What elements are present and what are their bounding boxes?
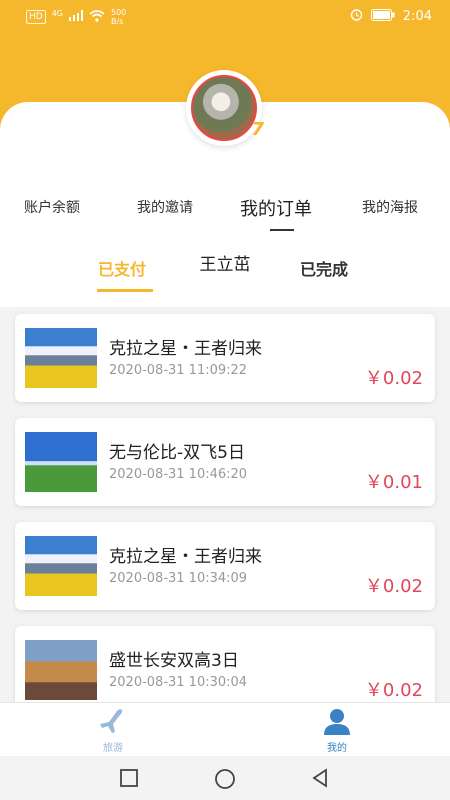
order-card[interactable]: 克拉之星・王者归来 2020-08-31 10:34:09 ￥0.02 xyxy=(15,522,435,610)
order-time: 2020-08-31 11:09:22 xyxy=(109,363,248,378)
nav-travel-label: 旅游 xyxy=(103,743,123,754)
menu-active-indicator xyxy=(270,229,294,231)
order-thumbnail xyxy=(25,640,97,700)
profile-menu: 账户余额 我的邀请 我的订单 我的海报 xyxy=(0,197,450,223)
airplane-icon xyxy=(97,709,129,739)
status-bar: HD 4G 500 B/s 2:04 xyxy=(0,0,450,32)
nav-mine[interactable]: 我的 xyxy=(307,707,367,754)
recents-button[interactable] xyxy=(119,768,139,792)
signal-icon xyxy=(69,10,83,24)
alarm-icon xyxy=(350,8,363,24)
menu-my-invites[interactable]: 我的邀请 xyxy=(137,197,193,217)
avatar[interactable]: 7 xyxy=(186,70,264,146)
system-nav-bar xyxy=(0,756,450,800)
order-title: 盛世长安双高3日 xyxy=(109,651,239,671)
network-label: 4G xyxy=(51,8,63,18)
order-price: ￥0.02 xyxy=(364,680,423,701)
order-title: 克拉之星・王者归来 xyxy=(109,547,262,567)
tab-paid[interactable]: 已支付 xyxy=(98,256,146,280)
order-card[interactable]: 无与伦比-双飞5日 2020-08-31 10:46:20 ￥0.01 xyxy=(15,418,435,506)
order-price: ￥0.02 xyxy=(364,368,423,389)
battery-icon xyxy=(370,8,395,24)
menu-my-posters[interactable]: 我的海报 xyxy=(362,197,418,217)
home-button[interactable] xyxy=(214,768,236,794)
person-icon xyxy=(321,709,353,739)
order-time: 2020-08-31 10:46:20 xyxy=(109,467,248,482)
order-thumbnail xyxy=(25,536,97,596)
order-title: 无与伦比-双飞5日 xyxy=(109,443,245,463)
net-speed: 500 B/s xyxy=(111,8,127,26)
avatar-badge: 7 xyxy=(251,119,264,140)
tab-completed[interactable]: 已完成 xyxy=(300,256,348,280)
nav-mine-label: 我的 xyxy=(327,743,347,754)
order-card[interactable]: 盛世长安双高3日 2020-08-31 10:30:04 ￥0.02 xyxy=(15,626,435,702)
order-list: 克拉之星・王者归来 2020-08-31 11:09:22 ￥0.02 无与伦比… xyxy=(0,307,450,702)
menu-my-orders[interactable]: 我的订单 xyxy=(240,195,312,221)
menu-account-balance[interactable]: 账户余额 xyxy=(24,197,80,217)
avatar-image xyxy=(191,75,257,141)
order-price: ￥0.01 xyxy=(364,472,423,493)
nav-travel[interactable]: 旅游 xyxy=(83,707,143,754)
order-time: 2020-08-31 10:30:04 xyxy=(109,675,248,690)
order-thumbnail xyxy=(25,328,97,388)
wifi-icon xyxy=(89,9,105,25)
order-thumbnail xyxy=(25,432,97,492)
order-card[interactable]: 克拉之星・王者归来 2020-08-31 11:09:22 ￥0.02 xyxy=(15,314,435,402)
tab-active-indicator xyxy=(97,289,153,292)
order-time: 2020-08-31 10:34:09 xyxy=(109,571,248,586)
bottom-nav: 旅游 我的 xyxy=(0,702,450,757)
sim-label: HD xyxy=(26,10,46,24)
order-title: 克拉之星・王者归来 xyxy=(109,339,262,359)
back-button[interactable] xyxy=(310,768,330,792)
order-price: ￥0.02 xyxy=(364,576,423,597)
order-status-tabs: 已支付 已完成 xyxy=(0,248,450,296)
status-time: 2:04 xyxy=(402,8,432,24)
